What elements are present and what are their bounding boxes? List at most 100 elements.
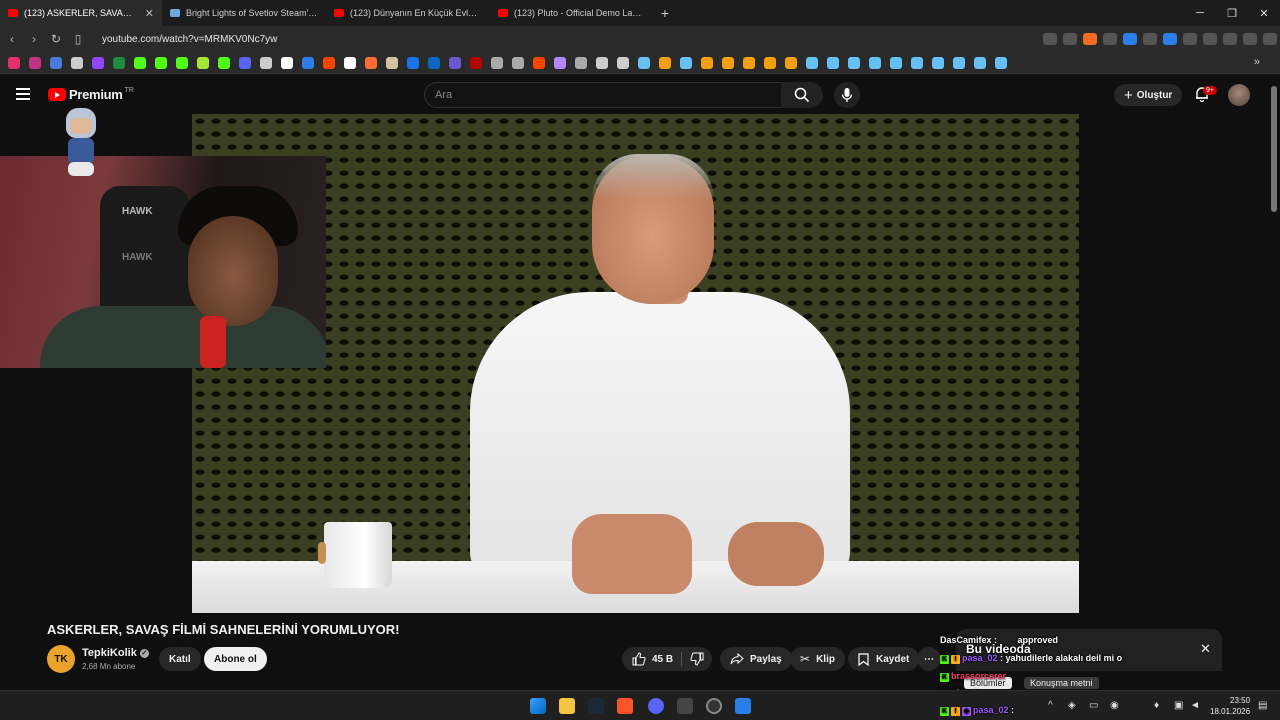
save-button[interactable]: Kaydet <box>848 647 920 671</box>
bookmark-favicon-icon[interactable] <box>155 56 167 69</box>
bookmark-favicon-icon[interactable] <box>323 56 335 69</box>
bookmark-favicon-icon[interactable] <box>50 56 62 69</box>
bookmark-favicon-icon[interactable] <box>113 56 125 69</box>
bookmark-favicon-icon[interactable] <box>638 56 650 69</box>
tab-askerler[interactable]: (123) ASKERLER, SAVAŞ FİLMİ SAHNELERİNİ … <box>0 0 162 26</box>
windows-start-icon[interactable] <box>530 698 546 714</box>
minimize-button[interactable]: ─ <box>1184 0 1216 26</box>
page-scrollbar[interactable] <box>1271 86 1277 212</box>
tab-bright-lights[interactable]: Bright Lights of Svetlov Steam'de <box>162 0 326 26</box>
extension-icon[interactable] <box>1183 33 1197 45</box>
reload-icon[interactable]: ↻ <box>46 32 66 46</box>
tab-kucuk-evler[interactable]: (123) Dünyanın En Küçük Evleri: 1,5 m² <box>326 0 490 26</box>
youtube-premium-logo[interactable]: Premium TR <box>48 87 134 102</box>
more-actions-button[interactable]: ⋯ <box>918 647 940 671</box>
create-button[interactable]: + Oluştur <box>1114 84 1183 106</box>
bookmarks-overflow-icon[interactable]: » <box>1254 56 1260 68</box>
hamburger-menu-icon[interactable] <box>16 88 30 103</box>
file-explorer-icon[interactable] <box>559 698 575 714</box>
bookmark-favicon-icon[interactable] <box>932 56 944 69</box>
bookmark-favicon-icon[interactable] <box>176 56 188 69</box>
cast-icon[interactable] <box>1043 33 1057 45</box>
bookmark-favicon-icon[interactable] <box>806 56 818 69</box>
system-clock[interactable]: 23:50 18.01.2026 <box>1210 695 1250 717</box>
share-button[interactable]: Paylaş <box>720 647 792 671</box>
bookmark-favicon-icon[interactable] <box>974 56 986 69</box>
join-button[interactable]: Katıl <box>159 647 201 671</box>
bookmark-favicon-icon[interactable] <box>302 56 314 69</box>
bookmark-favicon-icon[interactable] <box>533 56 545 69</box>
extension-icon[interactable] <box>1103 33 1117 45</box>
bookmark-favicon-icon[interactable] <box>575 56 587 69</box>
bookmark-favicon-icon[interactable] <box>239 56 251 69</box>
bookmark-favicon-icon[interactable] <box>869 56 881 69</box>
bookmark-favicon-icon[interactable] <box>722 56 734 69</box>
bookmark-favicon-icon[interactable] <box>785 56 797 69</box>
brave-shield-icon[interactable] <box>1083 33 1097 45</box>
account-avatar[interactable] <box>1228 84 1250 106</box>
tray-chevron-icon[interactable]: ^ <box>1048 700 1053 711</box>
discord-icon[interactable] <box>648 698 664 714</box>
bookmark-favicon-icon[interactable] <box>617 56 629 69</box>
transcript-chip[interactable]: Konuşma metni <box>1024 677 1099 689</box>
bookmark-favicon-icon[interactable] <box>470 56 482 69</box>
search-input[interactable]: Ara <box>424 82 782 108</box>
back-icon[interactable]: ‹ <box>2 32 22 46</box>
sidebar-icon[interactable] <box>1223 33 1237 45</box>
bookmark-favicon-icon[interactable] <box>659 56 671 69</box>
bookmark-favicon-icon[interactable] <box>848 56 860 69</box>
bookmark-favicon-icon[interactable] <box>680 56 692 69</box>
bookmark-favicon-icon[interactable] <box>260 56 272 69</box>
subscribe-button[interactable]: Abone ol <box>204 647 267 671</box>
bookmark-favicon-icon[interactable] <box>197 56 209 69</box>
extension-icon[interactable] <box>1123 33 1137 45</box>
tray-network-icon[interactable]: ▣ <box>1174 700 1183 711</box>
voice-search-button[interactable] <box>834 82 860 108</box>
app-icon[interactable] <box>735 698 751 714</box>
notifications-icon[interactable]: ▤ <box>1258 700 1267 711</box>
tray-steam-icon[interactable]: ◉ <box>1110 700 1119 711</box>
close-tab-icon[interactable]: ✕ <box>145 7 154 20</box>
tray-app-icon[interactable]: ◈ <box>1068 700 1076 711</box>
like-button[interactable]: 45 B <box>632 652 673 666</box>
bookmark-favicon-icon[interactable] <box>701 56 713 69</box>
channel-name[interactable]: TepkiKolik ✓ <box>82 647 149 659</box>
bookmark-favicon-icon[interactable] <box>491 56 503 69</box>
tray-volume-icon[interactable]: ◄ <box>1190 700 1200 711</box>
clip-button[interactable]: ✂ Klip <box>790 647 845 671</box>
close-panel-icon[interactable]: ✕ <box>1200 641 1211 657</box>
bookmark-favicon-icon[interactable] <box>386 56 398 69</box>
forward-icon[interactable]: › <box>24 32 44 46</box>
extension-icon[interactable] <box>1143 33 1157 45</box>
bookmark-favicon-icon[interactable] <box>92 56 104 69</box>
channel-avatar[interactable]: TK <box>47 645 75 673</box>
extension-icon[interactable] <box>1163 33 1177 45</box>
bookmark-favicon-icon[interactable] <box>29 56 41 69</box>
tray-app-icon[interactable]: ▭ <box>1089 700 1098 711</box>
media-icon[interactable] <box>1243 33 1257 45</box>
bookmark-favicon-icon[interactable] <box>911 56 923 69</box>
tray-mic-icon[interactable]: ♦ <box>1154 700 1159 711</box>
bookmark-favicon-icon[interactable] <box>428 56 440 69</box>
menu-icon[interactable] <box>1263 33 1277 45</box>
bookmark-favicon-icon[interactable] <box>890 56 902 69</box>
brave-browser-icon[interactable] <box>617 698 633 714</box>
steam-icon[interactable] <box>588 698 604 714</box>
maximize-button[interactable]: ❐ <box>1216 0 1248 26</box>
puzzle-icon[interactable] <box>1203 33 1217 45</box>
bookmark-favicon-icon[interactable] <box>8 56 20 69</box>
bookmark-favicon-icon[interactable] <box>827 56 839 69</box>
url-field[interactable]: youtube.com/watch?v=MRMKV0Nc7yw <box>102 34 277 45</box>
bookmark-favicon-icon[interactable] <box>764 56 776 69</box>
thumbs-down-icon[interactable] <box>690 652 704 666</box>
bookmark-favicon-icon[interactable] <box>596 56 608 69</box>
obs-icon[interactable] <box>706 698 722 714</box>
bookmark-favicon-icon[interactable] <box>134 56 146 69</box>
new-tab-button[interactable]: + <box>654 5 676 21</box>
bookmark-favicon-icon[interactable] <box>344 56 356 69</box>
bookmark-favicon-icon[interactable] <box>365 56 377 69</box>
app-icon[interactable] <box>677 698 693 714</box>
bookmark-icon[interactable]: ▯ <box>68 32 88 46</box>
tab-pluto[interactable]: (123) Pluto - Official Demo Launch Trail… <box>490 0 654 26</box>
bookmark-favicon-icon[interactable] <box>218 56 230 69</box>
